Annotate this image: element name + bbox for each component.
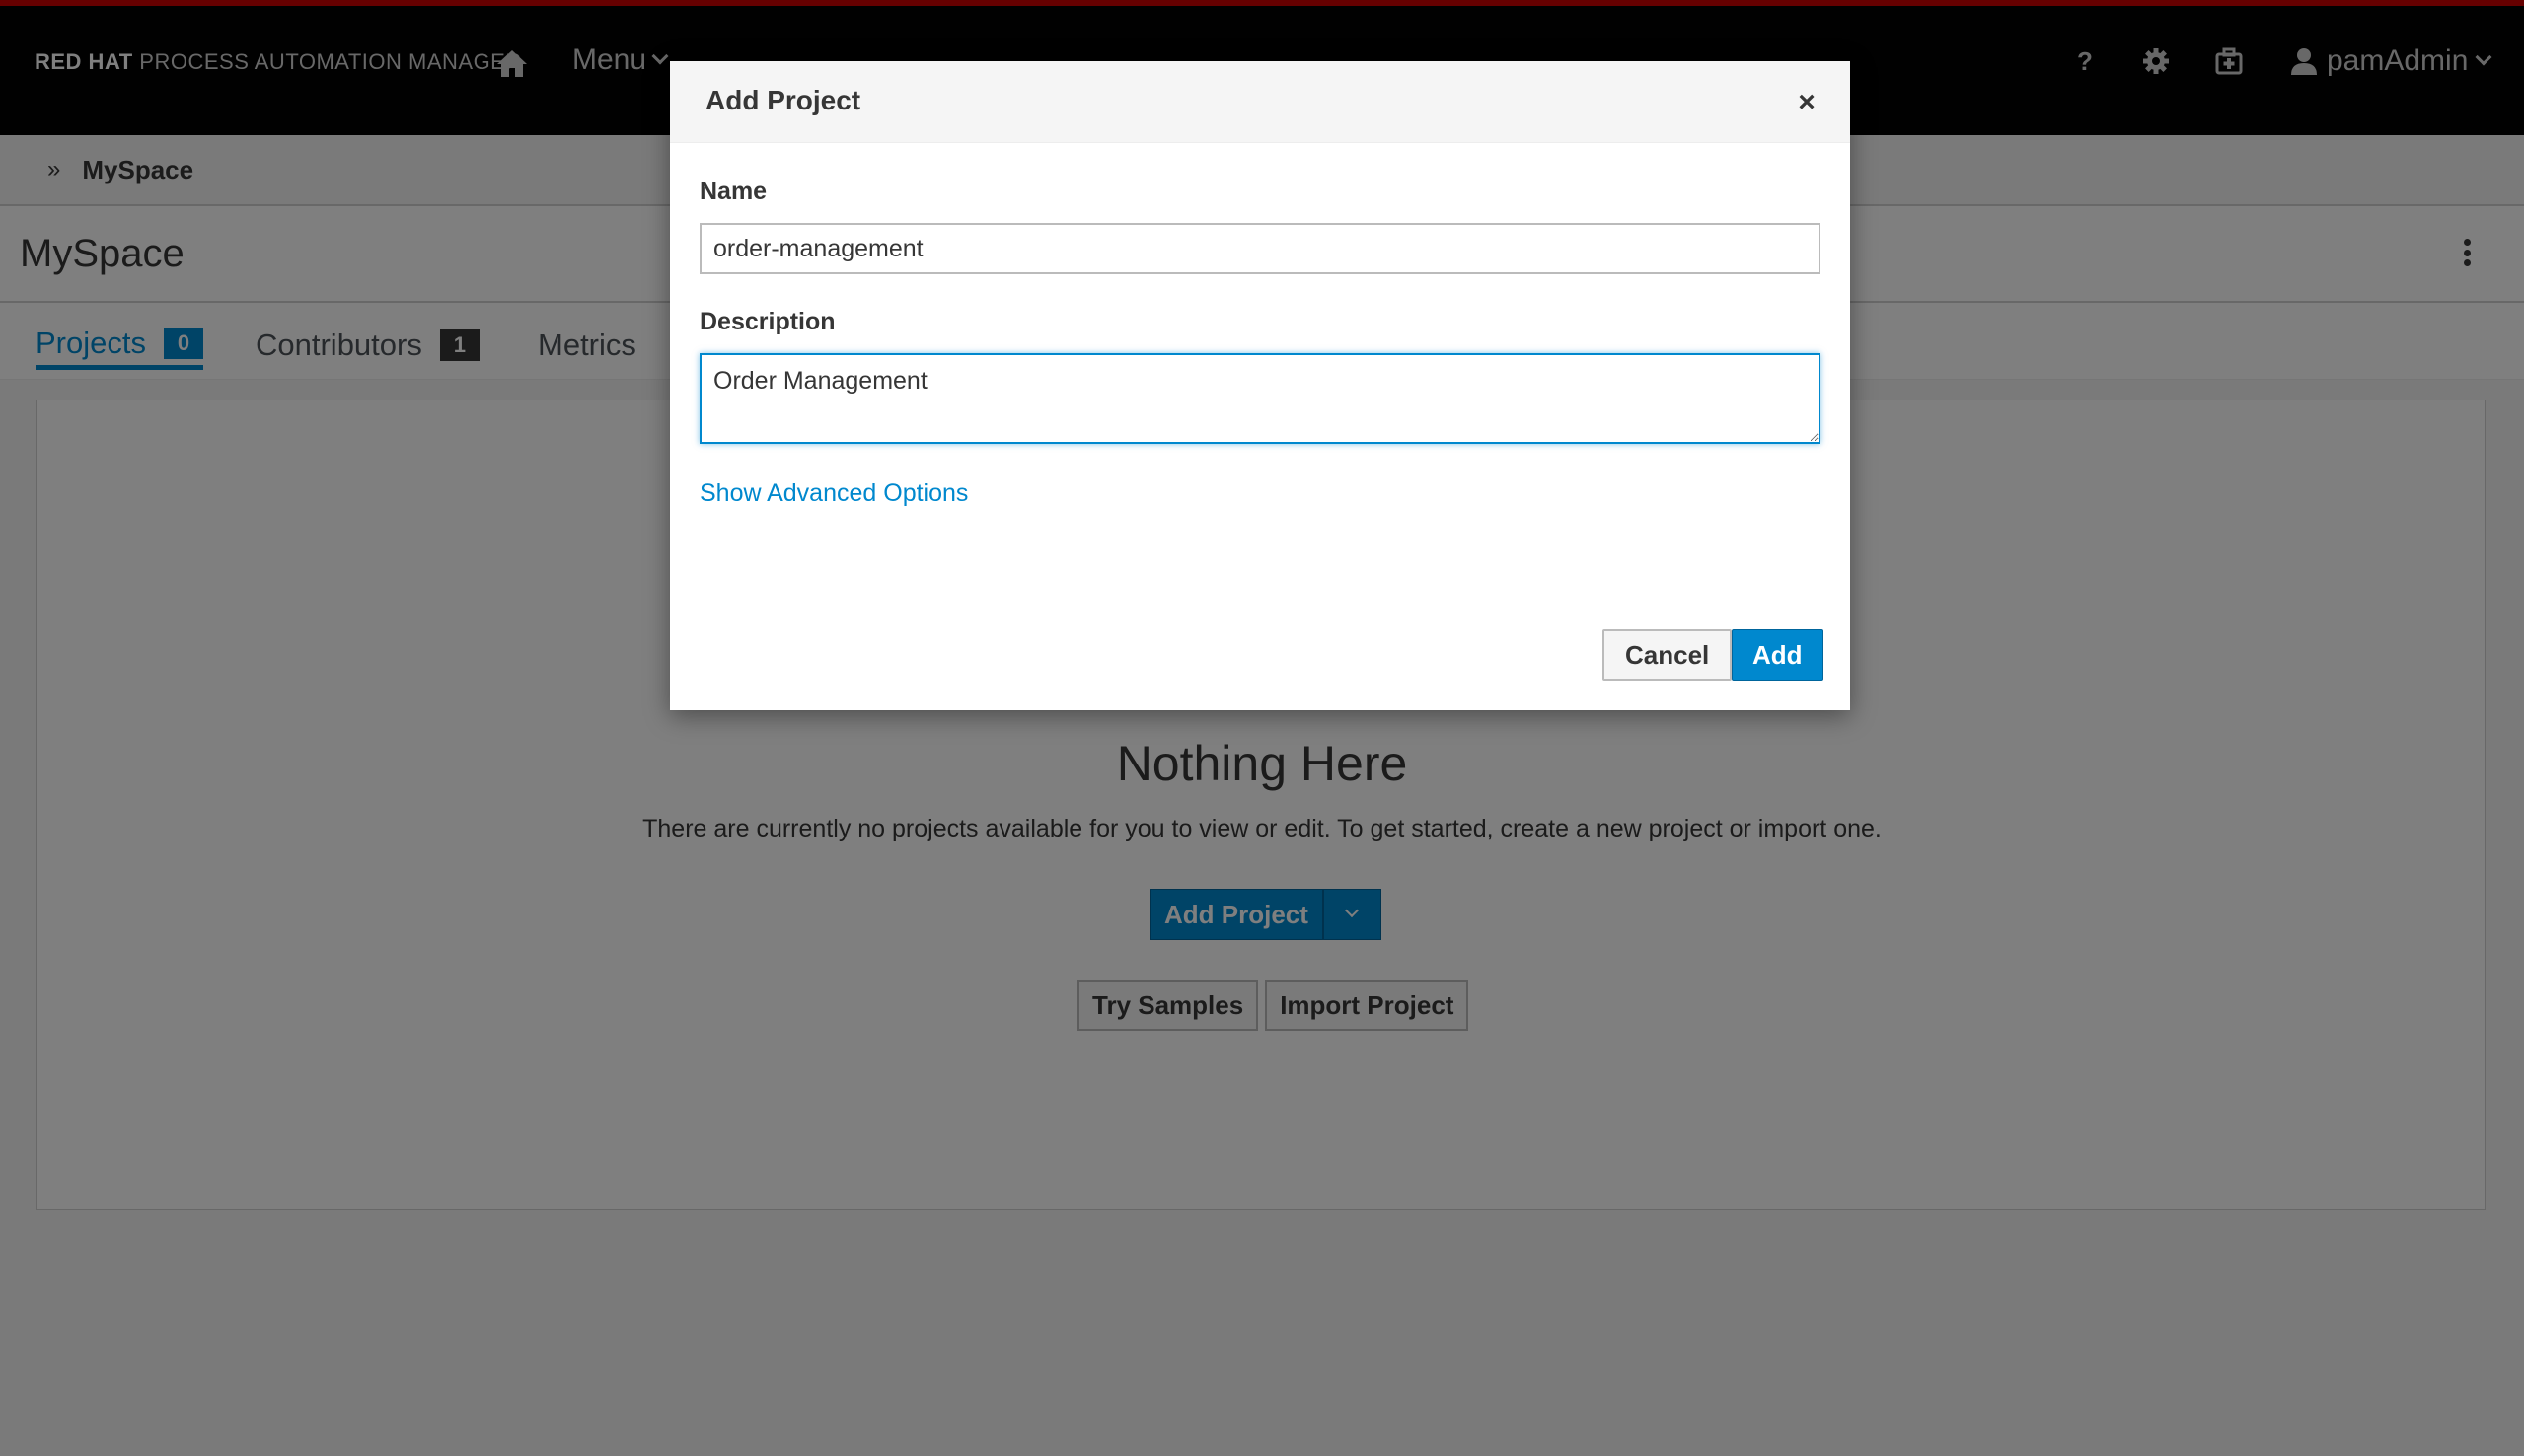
add-project-modal: Add Project × Name Description Order Man…: [670, 61, 1850, 710]
name-label: Name: [700, 178, 768, 205]
show-advanced-options-link[interactable]: Show Advanced Options: [700, 479, 968, 508]
close-icon[interactable]: ×: [1793, 88, 1820, 117]
description-label: Description: [700, 308, 836, 335]
modal-header: Add Project ×: [670, 61, 1850, 143]
cancel-button[interactable]: Cancel: [1602, 629, 1733, 681]
modal-title: Add Project: [705, 85, 861, 115]
description-field[interactable]: Order Management: [700, 353, 1820, 444]
add-button[interactable]: Add: [1732, 629, 1823, 681]
name-field[interactable]: [700, 223, 1820, 274]
